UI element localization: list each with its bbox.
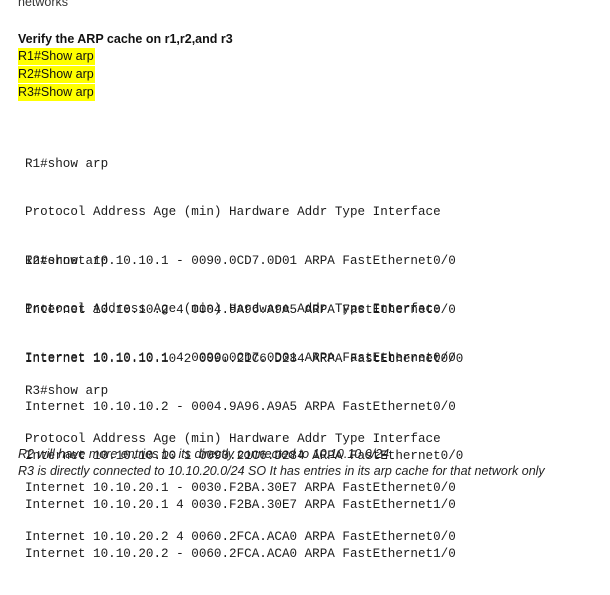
cli-prompt: R2#show arp <box>25 253 109 268</box>
arp-entry: Internet 10.10.20.2 4 0060.2FCA.ACA0 ARP… <box>25 530 456 545</box>
arp-table-header: Protocol Address Age (min) Hardware Addr… <box>25 205 441 220</box>
highlighted-command-r2: R2#Show arp <box>18 66 95 83</box>
cli-prompt: R3#show arp <box>25 383 109 398</box>
explanation-notes: R2 will have more entries bc its directl… <box>18 446 545 480</box>
arp-table-header: Protocol Address Age (min) Hardware Addr… <box>25 302 441 317</box>
highlighted-command-r1: R1#Show arp <box>18 48 95 65</box>
highlighted-commands: R1#Show arp R2#Show arp R3#Show arp <box>18 48 95 102</box>
note-line: R3 is directly connected to 10.10.20.0/2… <box>18 464 545 478</box>
note-line: R2 will have more entries bc its directl… <box>18 447 390 461</box>
document-page: networks Verify the ARP cache on r1,r2,a… <box>0 0 610 561</box>
top-text-fragment: networks <box>18 0 69 9</box>
section-heading: Verify the ARP cache on r1,r2,and r3 <box>18 32 233 46</box>
arp-entry: Internet 10.10.20.1 - 0030.F2BA.30E7 ARP… <box>25 481 456 496</box>
cli-prompt: R1#show arp <box>25 156 109 171</box>
highlighted-command-r3: R3#Show arp <box>18 84 95 101</box>
